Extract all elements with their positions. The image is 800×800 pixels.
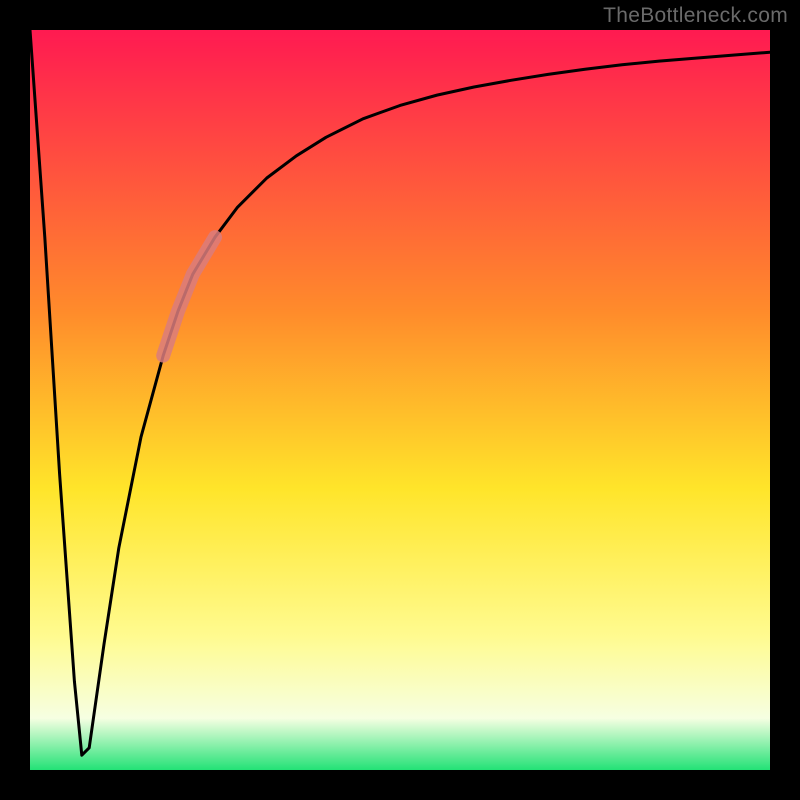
plot-svg <box>30 30 770 770</box>
gradient-background <box>30 30 770 770</box>
chart-frame: TheBottleneck.com <box>0 0 800 800</box>
plot-area <box>30 30 770 770</box>
watermark-text: TheBottleneck.com <box>603 4 788 28</box>
